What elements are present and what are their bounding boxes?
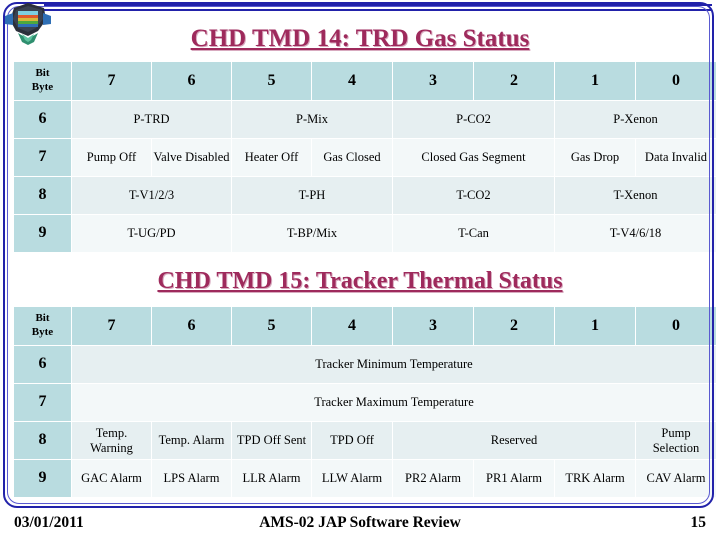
byte-label-cell: 9	[14, 215, 71, 252]
bit-byte-corner-header: Bit Byte	[14, 307, 71, 345]
slide-content: CHD TMD 14: TRD Gas Status Bit Byte 7 6 …	[0, 0, 720, 540]
bit-field-cell: T-UG/PD	[72, 215, 231, 252]
byte-label-cell: 7	[14, 139, 71, 176]
bit-field-cell: Closed Gas Segment	[393, 139, 554, 176]
tmd14-bit-table: Bit Byte 7 6 5 4 3 2 1 0 6 P-TRD P-Mix P-CO…	[13, 61, 717, 253]
bit-header-4: 4	[312, 62, 392, 100]
byte-label-cell: 6	[14, 346, 71, 383]
corner-label-byte: Byte	[31, 81, 54, 93]
bit-field-cell: T-BP/Mix	[232, 215, 392, 252]
bit-field-cell: T-Can	[393, 215, 554, 252]
bit-field-cell: PR2 Alarm	[393, 460, 473, 497]
bit-header-3: 3	[393, 62, 473, 100]
bit-field-cell: Pump Selection	[636, 422, 716, 459]
bit-field-cell: Heater Off	[232, 139, 311, 176]
bit-field-cell: Temp. Alarm	[152, 422, 231, 459]
corner-label-bit: Bit	[35, 312, 50, 325]
bit-field-cell: Pump Off	[72, 139, 151, 176]
bit-field-cell: GAC Alarm	[72, 460, 151, 497]
table-header-row: Bit Byte 7 6 5 4 3 2 1 0	[14, 62, 716, 100]
table-row: 9 T-UG/PD T-BP/Mix T-Can T-V4/6/18	[14, 215, 716, 252]
byte-label-cell: 8	[14, 177, 71, 214]
bit-header-6: 6	[152, 307, 231, 345]
bit-header-2: 2	[474, 62, 554, 100]
tmd14-table-body: 6 P-TRD P-Mix P-CO2 P-Xenon 7 Pump Off Valve Di…	[14, 101, 716, 252]
bit-field-cell: P-TRD	[72, 101, 231, 138]
bit-header-5: 5	[232, 62, 311, 100]
table-row: 8 T-V1/2/3 T-PH T-CO2 T-Xenon	[14, 177, 716, 214]
bit-field-cell: LPS Alarm	[152, 460, 231, 497]
table-header-row: Bit Byte 7 6 5 4 3 2 1 0	[14, 307, 716, 345]
byte-label-cell: 9	[14, 460, 71, 497]
byte-label-cell: 8	[14, 422, 71, 459]
tmd15-table-body: 6 Tracker Minimum Temperature 7 Tracker Max…	[14, 346, 716, 497]
page-title-tmd14: CHD TMD 14: TRD Gas Status	[190, 25, 530, 52]
ams-detector-logo-icon	[5, 3, 51, 45]
byte-label-cell: 7	[14, 384, 71, 421]
bit-field-cell: T-CO2	[393, 177, 554, 214]
bit-header-6: 6	[152, 62, 231, 100]
bit-header-0: 0	[636, 307, 716, 345]
bit-field-cell: TRK Alarm	[555, 460, 635, 497]
bit-field-cell: Valve Disabled	[152, 139, 231, 176]
bit-header-0: 0	[636, 62, 716, 100]
bit-field-cell: Tracker Minimum Temperature	[72, 346, 716, 383]
bit-field-cell: Gas Drop	[555, 139, 635, 176]
bit-field-cell: P-Mix	[232, 101, 392, 138]
table-row: 7 Pump Off Valve Disabled Heater Off Gas Clo…	[14, 139, 716, 176]
bit-field-cell: CAV Alarm	[636, 460, 716, 497]
table-row: 6 P-TRD P-Mix P-CO2 P-Xenon	[14, 101, 716, 138]
bit-header-4: 4	[312, 307, 392, 345]
bit-field-cell: T-Xenon	[555, 177, 716, 214]
bit-header-2: 2	[474, 307, 554, 345]
header-rule	[44, 4, 712, 11]
byte-label-cell: 6	[14, 101, 71, 138]
bit-field-cell: LLW Alarm	[312, 460, 392, 497]
bit-header-3: 3	[393, 307, 473, 345]
page-title-tmd15: CHD TMD 15: Tracker Thermal Status	[157, 268, 563, 294]
bit-field-cell: T-V1/2/3	[72, 177, 231, 214]
footer-page-number: 15	[690, 514, 707, 531]
bit-header-7: 7	[72, 307, 151, 345]
bit-field-cell: TPD Off Sent	[232, 422, 311, 459]
corner-label-byte: Byte	[31, 326, 54, 338]
bit-header-1: 1	[555, 62, 635, 100]
tmd15-bit-table: Bit Byte 7 6 5 4 3 2 1 0 6 Tracker Minimu…	[13, 306, 717, 498]
bit-field-cell: Reserved	[393, 422, 635, 459]
table-row: 6 Tracker Minimum Temperature	[14, 346, 716, 383]
bit-field-cell: Gas Closed	[312, 139, 392, 176]
bit-field-cell: PR1 Alarm	[474, 460, 554, 497]
bit-header-7: 7	[72, 62, 151, 100]
bit-header-5: 5	[232, 307, 311, 345]
table-row: 9 GAC Alarm LPS Alarm LLR Alarm LLW Alarm PR2…	[14, 460, 716, 497]
bit-field-cell: Tracker Maximum Temperature	[72, 384, 716, 421]
bit-field-cell: T-PH	[232, 177, 392, 214]
bit-field-cell: P-Xenon	[555, 101, 716, 138]
bit-field-cell: Data Invalid	[636, 139, 716, 176]
table-row: 7 Tracker Maximum Temperature	[14, 384, 716, 421]
bit-field-cell: T-V4/6/18	[555, 215, 716, 252]
corner-label-bit: Bit	[35, 67, 50, 80]
bit-header-1: 1	[555, 307, 635, 345]
bit-field-cell: P-CO2	[393, 101, 554, 138]
bit-field-cell: LLR Alarm	[232, 460, 311, 497]
bit-field-cell: TPD Off	[312, 422, 392, 459]
table-row: 8 Temp. Warning Temp. Alarm TPD Off Sent TPD…	[14, 422, 716, 459]
bit-field-cell: Temp. Warning	[72, 422, 151, 459]
bit-byte-corner-header: Bit Byte	[14, 62, 71, 100]
